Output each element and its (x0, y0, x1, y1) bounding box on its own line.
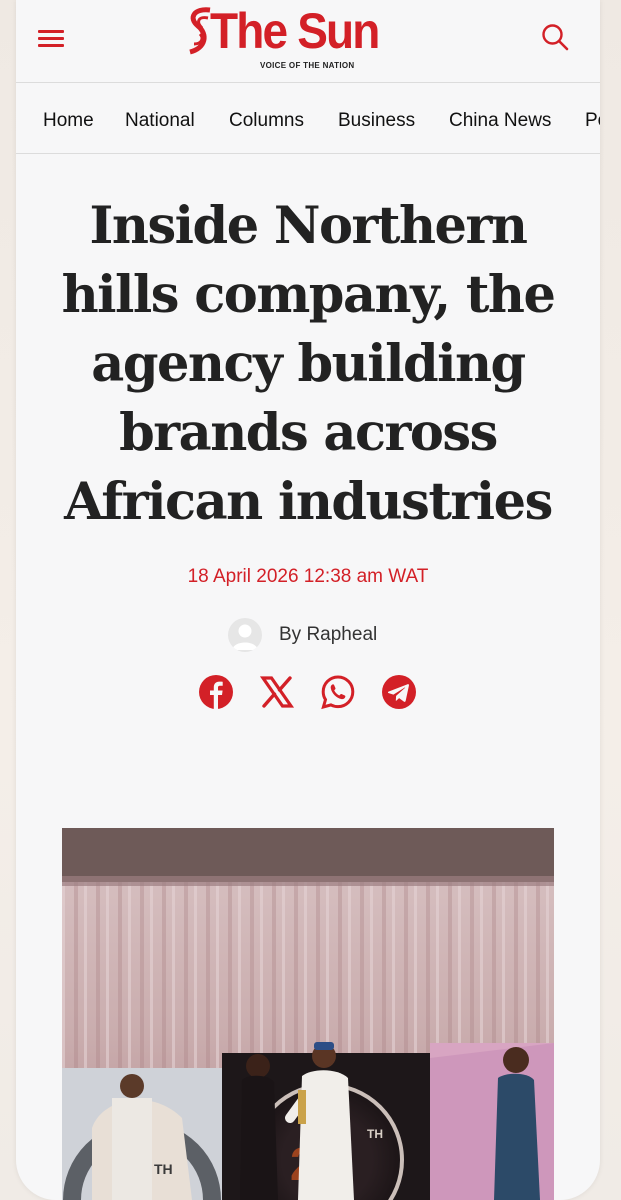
nav-item-china-news[interactable]: China News (449, 110, 551, 132)
avatar (228, 618, 262, 652)
logo-text: The Sun (210, 3, 380, 59)
phone-screen: The Sun VOICE OF THE NATION Home Nationa… (16, 0, 600, 1200)
site-header: The Sun VOICE OF THE NATION (16, 0, 600, 83)
telegram-icon[interactable] (381, 674, 417, 710)
site-logo[interactable]: The Sun VOICE OF THE NATION (184, 2, 424, 76)
nav-item-columns[interactable]: Columns (229, 110, 304, 132)
whatsapp-icon[interactable] (320, 674, 356, 710)
article-image: TH 20 TH (62, 828, 554, 1200)
nav-item-business[interactable]: Business (338, 110, 415, 132)
x-icon[interactable] (259, 674, 295, 710)
svg-text:TH: TH (154, 1161, 173, 1177)
facebook-icon[interactable] (198, 674, 234, 710)
nav-item-home[interactable]: Home (43, 110, 94, 132)
author-name: By Rapheal (279, 624, 378, 645)
article-title: Inside Northern hills company, the agenc… (61, 196, 556, 532)
svg-text:TH: TH (367, 1127, 383, 1141)
category-nav: Home National Columns Business China New… (16, 83, 600, 154)
nav-item-truncated[interactable]: Po (585, 110, 600, 132)
logo-tagline: VOICE OF THE NATION (260, 61, 355, 70)
hamburger-menu-icon[interactable] (36, 26, 66, 52)
search-icon[interactable] (540, 22, 570, 52)
article-date: 18 April 2026 12:38 am WAT (187, 566, 429, 587)
nav-item-national[interactable]: National (125, 110, 195, 132)
